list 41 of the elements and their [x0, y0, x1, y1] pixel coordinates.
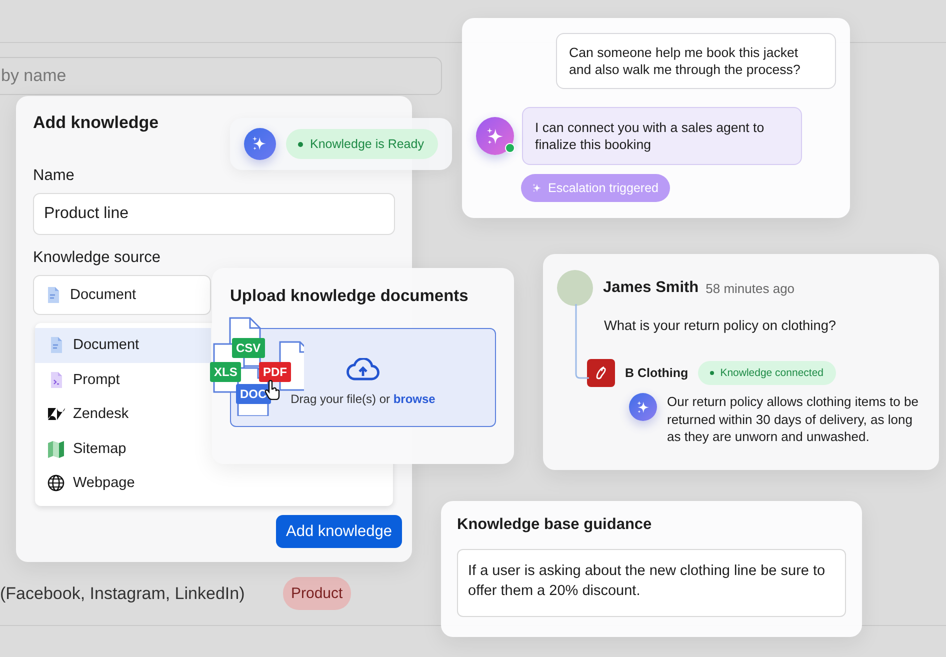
globe-icon: [47, 474, 65, 492]
dropdown-option[interactable]: Webpage: [35, 466, 211, 500]
card-title: Upload knowledge documents: [230, 287, 470, 306]
field-label: Knowledge source: [33, 249, 162, 267]
timestamp: 58 minutes ago: [706, 280, 795, 296]
dropdown-option[interactable]: Sitemap: [35, 432, 211, 466]
file-type-badge: XLS: [210, 362, 242, 382]
name-input[interactable]: Product line: [33, 193, 395, 235]
dropdown-option[interactable]: Zendesk: [35, 397, 211, 432]
guidance-text-field[interactable]: If a user is asking about the new clothing line be sure to offer them a 20% discount.: [457, 549, 846, 617]
category-tag: Product: [283, 577, 351, 610]
sparkle-icon: [629, 393, 657, 421]
user-avatar: [557, 270, 593, 306]
table-cell-text: (Facebook, Instagram, LinkedIn): [0, 584, 246, 604]
assistant-avatar-icon: [476, 117, 514, 155]
file-type-badge: PDF: [259, 362, 291, 382]
customer-question: What is your return policy on clothing?: [604, 318, 838, 333]
dialog-title: Add knowledge: [33, 113, 160, 133]
file-type-badge: DOC: [236, 384, 271, 404]
assistant-message: I can connect you with a sales agent to finalize this booking: [522, 107, 802, 165]
search-placeholder: by name: [1, 66, 66, 86]
map-icon: [47, 440, 65, 458]
user-message: Can someone help me book this jacket and also walk me through the process?: [556, 33, 836, 89]
status-badge: Knowledge connected: [698, 361, 836, 385]
card-title: Knowledge base guidance: [457, 516, 653, 534]
brand-name: B Clothing: [625, 366, 688, 380]
status-badge: Knowledge is Ready: [286, 129, 438, 159]
author-name: James Smith: [603, 279, 699, 297]
add-knowledge-button[interactable]: Add knowledge: [276, 515, 402, 548]
field-label: Name: [33, 167, 76, 185]
assistant-answer: Our return policy allows clothing items to be returned within 30 days of delivery, as long as they are unworn and unwashed.: [667, 393, 920, 446]
dropdown-option[interactable]: Document: [35, 328, 211, 362]
file-type-badge: CSV: [232, 338, 265, 358]
dropdown-option[interactable]: Prompt: [35, 362, 211, 397]
sparkle-icon: [244, 128, 276, 160]
browse-link[interactable]: browse: [393, 392, 436, 406]
drop-instructions: Drag your file(s) or browse: [290, 392, 436, 406]
source-select[interactable]: Document: [33, 275, 211, 315]
escalation-badge: Escalation triggered: [521, 174, 670, 202]
brand-logo-icon: [587, 359, 615, 387]
upload-cloud-icon: [346, 358, 380, 382]
